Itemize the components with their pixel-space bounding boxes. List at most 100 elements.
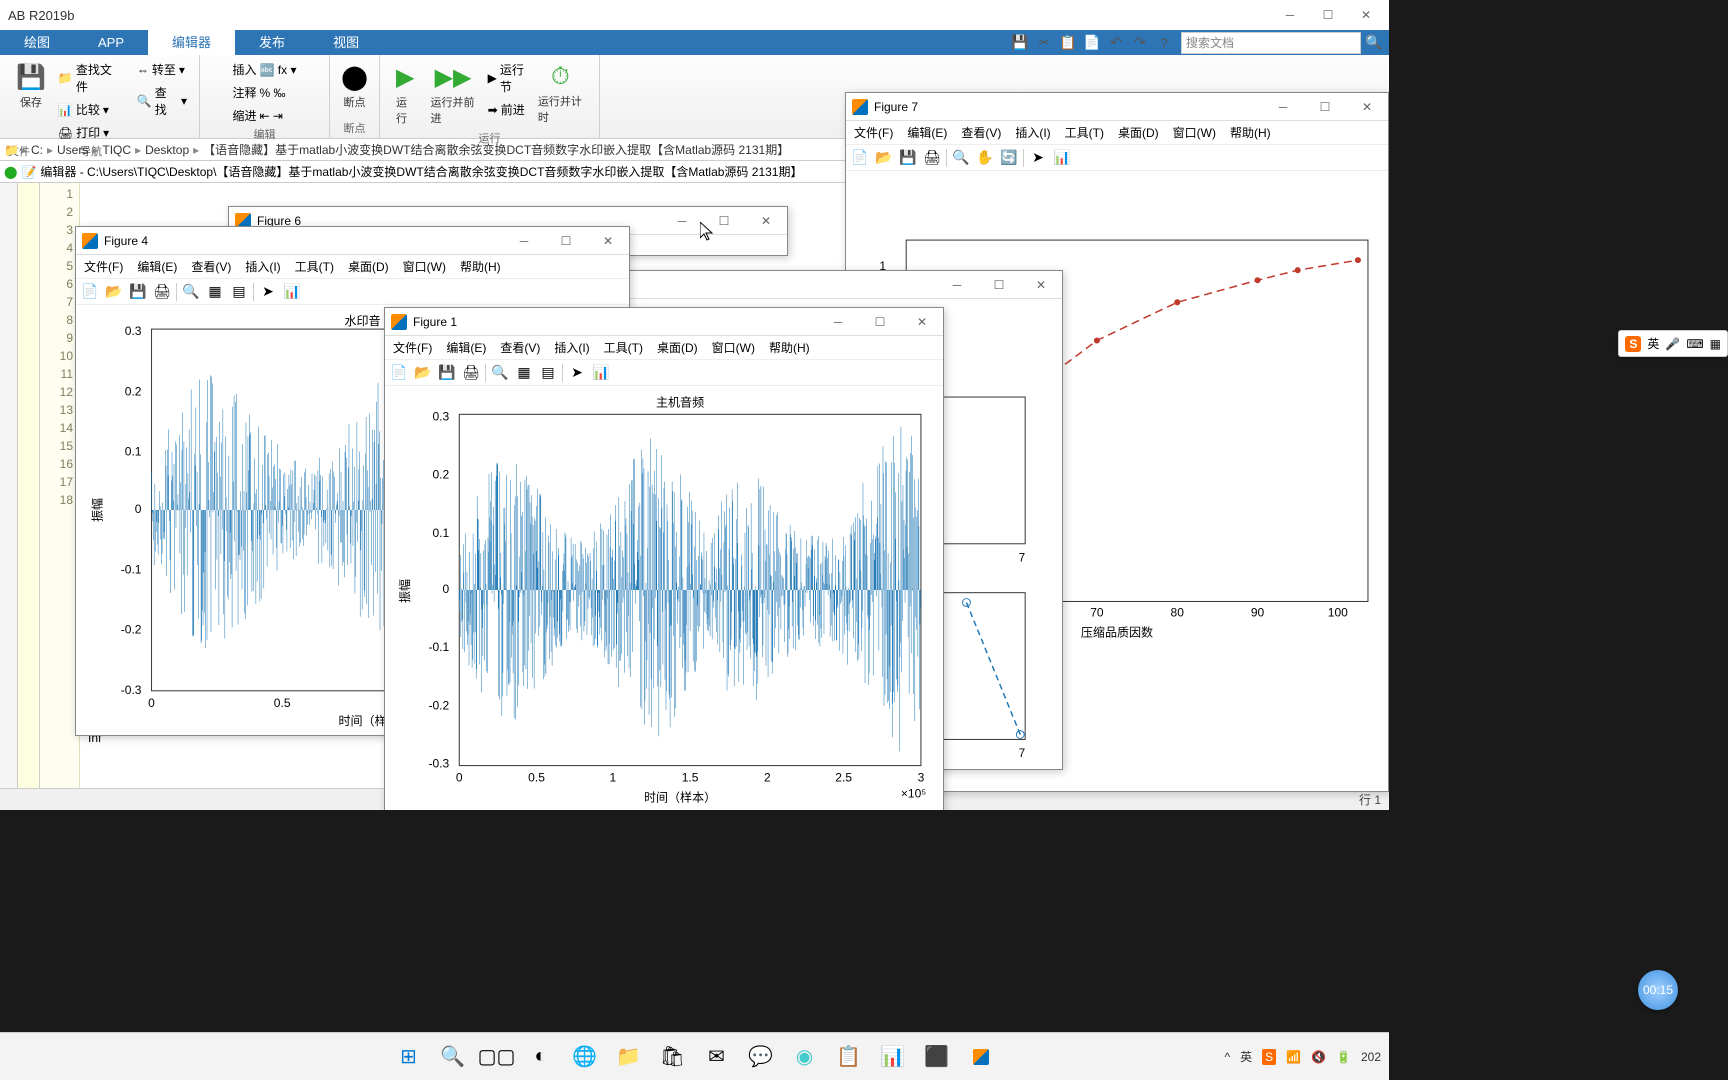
minimize-button[interactable]: ─	[1275, 5, 1305, 25]
find-files-button[interactable]: 📁 查找文件	[54, 59, 127, 97]
breakpoints-button[interactable]: ⬤断点	[333, 59, 376, 114]
tray-wifi-icon[interactable]: 📶	[1286, 1050, 1301, 1064]
open-icon[interactable]: 📂	[874, 148, 894, 168]
path-seg[interactable]: Users	[55, 143, 90, 157]
layout2-icon[interactable]: ▤	[538, 363, 558, 383]
ime-more-icon[interactable]: ▦	[1710, 337, 1721, 351]
new-icon[interactable]: 📄	[389, 363, 409, 383]
recording-timer[interactable]: 00:15	[1638, 970, 1678, 1010]
path-seg[interactable]: TIQC	[100, 143, 133, 157]
menu-insert[interactable]: 插入(I)	[554, 339, 589, 356]
menu-desktop[interactable]: 桌面(D)	[348, 258, 389, 275]
folder-icon[interactable]: 📁	[4, 143, 19, 157]
zoom-icon[interactable]: 🔍	[951, 148, 971, 168]
print-button[interactable]: 🖨 打印 ▾	[54, 122, 127, 143]
fig4-max[interactable]: ☐	[551, 231, 581, 251]
tray-lang[interactable]: 英	[1240, 1048, 1252, 1065]
maximize-button[interactable]: ☐	[1313, 5, 1343, 25]
goto-button[interactable]: ⇔ 转至 ▾	[133, 59, 191, 80]
fig7-close[interactable]: ✕	[1352, 97, 1382, 117]
figure4-titlebar[interactable]: Figure 4 ─☐✕	[76, 227, 629, 255]
pan-icon[interactable]: ✋	[975, 148, 995, 168]
ime-lang[interactable]: 英	[1647, 335, 1659, 352]
menu-edit[interactable]: 编辑(E)	[137, 258, 177, 275]
path-seg[interactable]: 【语音隐藏】基于matlab小波变换DWT结合离散余弦变换DCT音频数字水印嵌入…	[201, 141, 791, 158]
copy-icon[interactable]: 📋	[1057, 32, 1079, 54]
fig1-close[interactable]: ✕	[907, 312, 937, 332]
redo-icon[interactable]: ↷	[1129, 32, 1151, 54]
taskview-button[interactable]: ▢▢	[479, 1039, 515, 1075]
layout2-icon[interactable]: ▤	[229, 282, 249, 302]
app-icon[interactable]: 📋	[831, 1039, 867, 1075]
menu-view[interactable]: 查看(V)	[961, 124, 1001, 141]
menu-file[interactable]: 文件(F)	[84, 258, 123, 275]
path-seg[interactable]: C:	[29, 143, 45, 157]
tab-editor[interactable]: 编辑器	[148, 30, 235, 55]
tab-publish[interactable]: 发布	[235, 30, 309, 55]
advance-button[interactable]: ➡ 前进	[484, 99, 530, 120]
open-icon[interactable]: 📂	[413, 363, 433, 383]
tray-volume-icon[interactable]: 🔇	[1311, 1050, 1326, 1064]
fig4-min[interactable]: ─	[509, 231, 539, 251]
tab-plot[interactable]: 绘图	[0, 30, 74, 55]
app-icon3[interactable]: ⬛	[919, 1039, 955, 1075]
workspace-sidebar[interactable]	[18, 183, 40, 810]
run-section-button[interactable]: ▶ 运行节	[484, 59, 530, 97]
save-icon[interactable]: 💾	[1009, 32, 1031, 54]
wechat-icon[interactable]: 💬	[743, 1039, 779, 1075]
tray-battery-icon[interactable]: 🔋	[1336, 1050, 1351, 1064]
save-icon[interactable]: 💾	[898, 148, 918, 168]
fig4-close[interactable]: ✕	[593, 231, 623, 251]
menu-file[interactable]: 文件(F)	[393, 339, 432, 356]
widgets-button[interactable]: ◐	[523, 1039, 559, 1075]
print-icon[interactable]: 🖨	[922, 148, 942, 168]
matlab-taskbar-icon[interactable]	[963, 1039, 999, 1075]
mail-icon[interactable]: ✉	[699, 1039, 735, 1075]
menu-window[interactable]: 窗口(W)	[1173, 124, 1216, 141]
comment-button[interactable]: 注释 % ‰	[229, 82, 301, 103]
fig7-min[interactable]: ─	[1268, 97, 1298, 117]
tab-app[interactable]: APP	[74, 30, 148, 55]
search-icon[interactable]: 🔍	[1363, 32, 1385, 54]
zoom-icon[interactable]: 🔍	[181, 282, 201, 302]
print-icon[interactable]: 🖨	[152, 282, 172, 302]
ime-mic-icon[interactable]: 🎤	[1665, 337, 1680, 351]
save-button[interactable]: 💾保存	[8, 59, 54, 143]
menu-edit[interactable]: 编辑(E)	[446, 339, 486, 356]
rotate-icon[interactable]: 🔄	[999, 148, 1019, 168]
path-seg[interactable]: Desktop	[143, 143, 191, 157]
tray-clock[interactable]: 202	[1361, 1050, 1381, 1064]
menu-tools[interactable]: 工具(T)	[295, 258, 334, 275]
store-icon[interactable]: 🛍	[655, 1039, 691, 1075]
undo-icon[interactable]: ↶	[1105, 32, 1127, 54]
figure1-titlebar[interactable]: Figure 1 ─☐✕	[385, 308, 943, 336]
app-icon2[interactable]: 📊	[875, 1039, 911, 1075]
datatip-icon[interactable]: 📊	[591, 363, 611, 383]
new-icon[interactable]: 📄	[850, 148, 870, 168]
menu-desktop[interactable]: 桌面(D)	[1118, 124, 1159, 141]
save-icon[interactable]: 💾	[128, 282, 148, 302]
menu-desktop[interactable]: 桌面(D)	[657, 339, 698, 356]
menu-edit[interactable]: 编辑(E)	[907, 124, 947, 141]
print-icon[interactable]: 🖨	[461, 363, 481, 383]
fig1-min[interactable]: ─	[823, 312, 853, 332]
fig6-max[interactable]: ☐	[709, 211, 739, 231]
menu-help[interactable]: 帮助(H)	[1230, 124, 1271, 141]
run-button[interactable]: ▶运行	[388, 59, 422, 130]
indent-button[interactable]: 缩进 ⇤ ⇥	[229, 105, 301, 126]
menu-tools[interactable]: 工具(T)	[1065, 124, 1104, 141]
menu-view[interactable]: 查看(V)	[191, 258, 231, 275]
save-icon[interactable]: 💾	[437, 363, 457, 383]
pointer-icon[interactable]: ➤	[567, 363, 587, 383]
browser-icon[interactable]: ◉	[787, 1039, 823, 1075]
menu-file[interactable]: 文件(F)	[854, 124, 893, 141]
ime-keyboard-icon[interactable]: ⌨	[1686, 337, 1703, 351]
cut-icon[interactable]: ✂	[1033, 32, 1055, 54]
fig6-close[interactable]: ✕	[751, 211, 781, 231]
run-time-button[interactable]: ⏱运行并计时	[530, 59, 591, 130]
close-button[interactable]: ✕	[1351, 5, 1381, 25]
insert-button[interactable]: 插入 🔤 fx ▾	[229, 59, 301, 80]
fig7-max[interactable]: ☐	[1310, 97, 1340, 117]
run-advance-button[interactable]: ▶▶运行并前进	[422, 59, 483, 130]
system-tray[interactable]: ^ 英 S 📶 🔇 🔋 202	[1224, 1048, 1381, 1065]
